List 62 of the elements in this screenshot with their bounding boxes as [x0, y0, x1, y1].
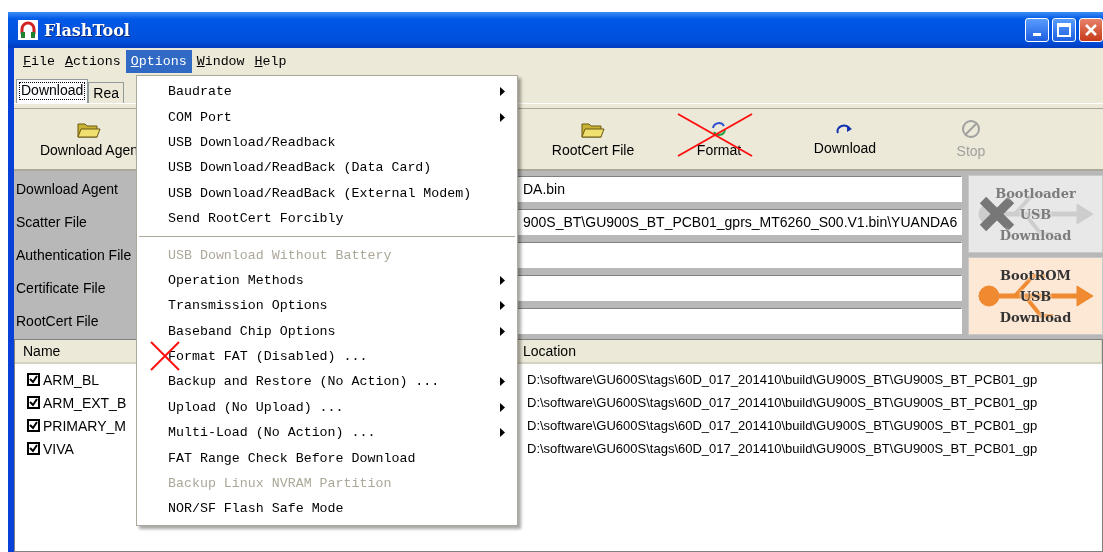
menu-item[interactable]: USB Download/ReadBack (External Modem)	[137, 180, 517, 206]
menu-bar-item[interactable]: Window	[191, 50, 250, 73]
menu-item[interactable]: NOR/SF Flash Safe Mode	[137, 496, 517, 522]
menu-item[interactable]: Operation Methods	[137, 267, 517, 294]
table-cell: ARM_BL	[43, 371, 100, 388]
menu-item[interactable]: COM Port	[137, 104, 517, 130]
menu-item[interactable]: USB Download/Readback	[137, 129, 517, 156]
checkbox[interactable]	[27, 396, 40, 409]
folder-icon	[77, 120, 101, 138]
toolbar-button[interactable]: Download	[782, 109, 908, 169]
submenu-arrow-icon	[500, 275, 505, 285]
table-cell-text: D:\software\GU600S\tags\60D_017_201410\build\GU900S_BT\GU900S_BT_PCB01_gp	[526, 418, 1038, 433]
app-logo-icon	[18, 20, 38, 40]
field-label: Download Agent	[15, 181, 119, 198]
redo-arrow-icon	[836, 122, 854, 136]
window-title: FlashTool	[44, 20, 130, 40]
menu-item[interactable]: Backup and Restore (No Action) ...	[137, 369, 517, 395]
menu-bar-item[interactable]: File	[18, 50, 60, 73]
table-cell-text: D:\software\GU600S\tags\60D_017_201410\build\GU900S_BT\GU900S_BT_PCB01_gp	[526, 395, 1038, 410]
field-label: Certificate File	[15, 279, 107, 296]
menu-bar-item[interactable]: Options	[125, 50, 192, 73]
table-cell: PRIMARY_M	[43, 417, 126, 434]
submenu-arrow-icon	[500, 112, 505, 122]
checkbox[interactable]	[27, 442, 40, 455]
menu-item[interactable]: Baudrate	[137, 79, 517, 105]
toolbar-button[interactable]: Format	[656, 109, 782, 169]
close-button[interactable]	[1079, 18, 1103, 42]
menu-item[interactable]: Transmission Options	[137, 293, 517, 319]
table-cell-text: D:\software\GU600S\tags\60D_017_201410\build\GU900S_BT\GU900S_BT_PCB01_gp	[526, 441, 1038, 456]
maximize-icon	[1057, 23, 1071, 37]
menu-bar-item[interactable]: Help	[249, 50, 292, 73]
close-icon	[1084, 23, 1098, 37]
submenu-arrow-icon	[500, 402, 505, 412]
field-label: RootCert File	[15, 312, 100, 329]
maximize-button[interactable]	[1052, 18, 1076, 42]
refresh-icon	[709, 120, 729, 138]
menu-item[interactable]: FAT Range Check Before Download	[137, 445, 517, 471]
menu-item[interactable]: Format FAT (Disabled) ...	[137, 343, 517, 370]
folder-icon	[581, 120, 605, 138]
tab[interactable]: Rea	[88, 82, 124, 103]
table-cell: VIVA	[43, 440, 74, 457]
field-label: Scatter File	[15, 214, 88, 231]
checkbox[interactable]	[27, 373, 40, 386]
submenu-arrow-icon	[500, 428, 505, 438]
checkbox[interactable]	[27, 419, 40, 432]
menu-item[interactable]: Upload (No Upload) ...	[137, 394, 517, 421]
toolbar-button[interactable]: RootCert File	[530, 109, 656, 169]
minimize-icon	[1033, 32, 1041, 36]
submenu-arrow-icon	[500, 301, 505, 311]
menu-item[interactable]: Multi-Load (No Action) ...	[137, 420, 517, 446]
menu-item[interactable]: Baseband Chip Options	[137, 318, 517, 344]
field-label: Authentication File	[15, 247, 133, 263]
submenu-arrow-icon	[500, 326, 505, 336]
table-cell-text: D:\software\GU600S\tags\60D_017_201410\build\GU900S_BT\GU900S_BT_PCB01_gp	[526, 372, 1038, 387]
cross-mark-icon	[676, 112, 754, 158]
submenu-arrow-icon	[500, 377, 505, 387]
submenu-arrow-icon	[500, 87, 505, 97]
table-cell: ARM_EXT_B	[43, 394, 127, 411]
tab[interactable]: Download	[16, 79, 89, 103]
minimize-button[interactable]	[1025, 18, 1049, 42]
menu-bar-item[interactable]: Actions	[59, 50, 126, 73]
stop-icon	[961, 119, 981, 139]
